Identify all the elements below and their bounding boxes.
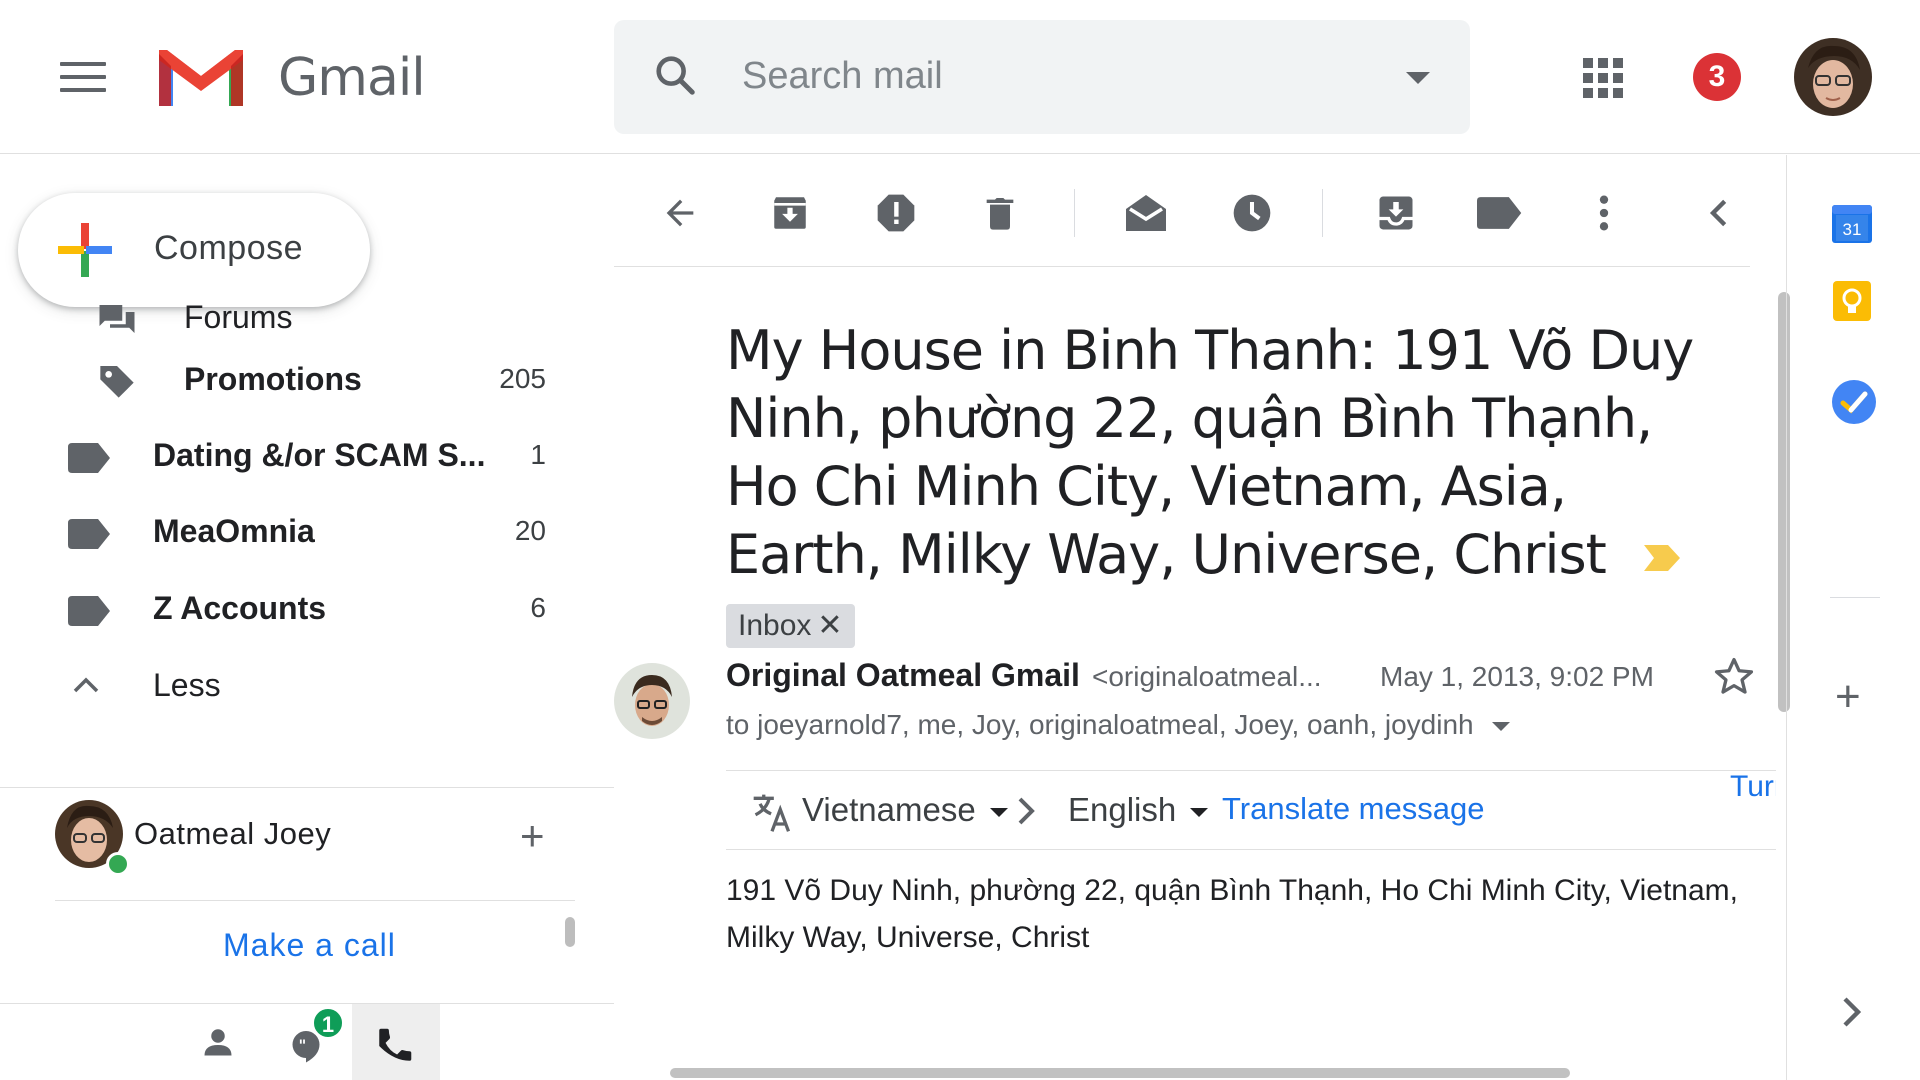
sidebar-item-label: Dating &/or SCAM S... [153, 437, 486, 473]
horizontal-scrollbar[interactable] [614, 1064, 1774, 1080]
label-chip-text: Inbox [738, 609, 812, 643]
remove-label-icon[interactable]: ✕ [817, 609, 842, 642]
online-status-dot [106, 852, 130, 876]
important-marker-icon[interactable] [1643, 545, 1680, 572]
archive-icon[interactable] [766, 189, 814, 237]
chat-unread-badge: 1 [312, 1007, 344, 1039]
more-vertical-icon[interactable] [1580, 189, 1628, 237]
source-language-select[interactable]: Vietnamese [802, 791, 1008, 829]
search-bar[interactable] [614, 20, 1470, 134]
account-avatar[interactable] [1794, 38, 1872, 116]
divider [1830, 597, 1880, 598]
target-language-select[interactable]: English [1068, 791, 1209, 829]
chevron-right-icon[interactable] [1841, 995, 1863, 1029]
sidebar-item-label: Z Accounts [153, 590, 327, 626]
email-body: 191 Võ Duy Ninh, phường 22, quận Bình Th… [726, 874, 1739, 954]
gmail-logo[interactable] [155, 46, 247, 110]
sidebar-item-promotions[interactable]: Promotions 205 [0, 345, 614, 417]
trash-icon[interactable] [976, 189, 1024, 237]
sidebar-item-label: MeaOmnia [153, 513, 315, 549]
recipients-text: to joeyarnold7, me, Joy, originaloatmeal… [726, 709, 1474, 740]
sidebar-item-less[interactable]: Less [0, 651, 614, 723]
hamburger-menu-icon[interactable] [60, 62, 106, 98]
left-sidebar: Compose Forums Promotions 205 Dating &/o… [0, 155, 614, 1080]
keep-icon[interactable] [1831, 279, 1873, 323]
dropdown-caret-icon [989, 807, 1008, 817]
sidebar-item-label: Less [153, 667, 221, 703]
sender-avatar[interactable] [614, 663, 690, 739]
chevron-up-icon [73, 677, 99, 693]
add-contact-icon[interactable]: + [520, 815, 545, 857]
forum-icon [99, 305, 135, 333]
report-spam-icon[interactable] [872, 189, 920, 237]
compose-button[interactable]: Compose [18, 193, 370, 307]
move-to-icon[interactable] [1372, 189, 1420, 237]
calendar-icon[interactable]: 31 [1831, 201, 1873, 245]
get-addons-icon[interactable]: + [1835, 675, 1861, 719]
hangouts-user[interactable]: Oatmeal Joey + [0, 800, 614, 890]
unread-count: 20 [514, 515, 546, 546]
tasks-icon[interactable] [1831, 379, 1877, 425]
side-panel: 31 + [1786, 155, 1920, 1080]
unread-count: 1 [530, 439, 546, 470]
label-icon [68, 596, 110, 626]
apps-grid-icon[interactable] [1583, 58, 1623, 98]
arrow-back-icon[interactable] [656, 189, 704, 237]
recipients-line: to joeyarnold7, me, Joy, originaloatmeal… [726, 709, 1510, 741]
mark-unread-icon[interactable] [1122, 189, 1170, 237]
turn-off-translation-link[interactable]: Turn off for: V [1730, 771, 1776, 804]
search-icon[interactable] [652, 52, 698, 98]
translate-message-link[interactable]: Translate message [1222, 791, 1484, 827]
sender-name[interactable]: Original Oatmeal Gmail [726, 657, 1080, 694]
source-language-label: Vietnamese [802, 791, 976, 828]
sidebar-item-label: Promotions [184, 361, 362, 397]
hangouts-bottom-bar: " 1 [0, 1003, 614, 1080]
dropdown-caret-icon [1190, 807, 1209, 817]
chevron-left-icon[interactable] [1694, 189, 1742, 237]
unread-count: 6 [530, 592, 546, 623]
search-input[interactable] [742, 50, 1382, 102]
notification-badge[interactable]: 3 [1693, 53, 1741, 101]
call-panel: Make a call [55, 900, 575, 1000]
search-options-caret-icon[interactable] [1406, 72, 1430, 84]
chevron-right-icon [1018, 797, 1035, 825]
email-view: My House in Binh Thanh: 191 Võ Duy Ninh,… [614, 155, 1790, 1080]
clock-icon[interactable] [1228, 189, 1276, 237]
sidebar-item-z-accounts[interactable]: Z Accounts 6 [0, 574, 614, 646]
call-panel-scrollbar[interactable] [563, 901, 577, 1001]
translate-icon [753, 794, 791, 832]
email-date: May 1, 2013, 9:02 PM [1380, 661, 1654, 692]
tag-icon [100, 366, 134, 398]
sidebar-item-dating-scam[interactable]: Dating &/or SCAM S... 1 [0, 421, 614, 493]
subject-text: My House in Binh Thanh: 191 Võ Duy Ninh,… [726, 319, 1694, 586]
person-icon[interactable] [200, 1024, 236, 1060]
star-icon[interactable] [1712, 655, 1756, 699]
target-language-label: English [1068, 791, 1177, 828]
hangouts-user-name: Oatmeal Joey [134, 816, 332, 851]
calendar-day: 31 [1843, 220, 1862, 239]
divider [0, 787, 614, 788]
unread-count: 205 [499, 363, 546, 394]
email-toolbar [614, 155, 1750, 267]
compose-label: Compose [154, 229, 304, 267]
make-call-link[interactable]: Make a call [223, 927, 396, 964]
label-icon [68, 443, 110, 473]
translate-bar: Vietnamese English Translate message Tur… [726, 770, 1776, 850]
top-header: Gmail 3 [0, 0, 1920, 154]
sidebar-item-meaomnia[interactable]: MeaOmnia 20 [0, 497, 614, 569]
compose-plus-icon [58, 223, 112, 277]
sidebar-item-label: Forums [184, 305, 293, 335]
show-details-caret-icon[interactable] [1491, 722, 1510, 732]
phone-icon [379, 1028, 412, 1061]
inbox-label-chip: Inbox ✕ [726, 604, 855, 649]
svg-text:": " [299, 1037, 307, 1055]
phone-tab[interactable] [352, 1004, 440, 1080]
app-title: Gmail [278, 48, 426, 108]
label-icon [68, 519, 110, 549]
sender-email: <originaloatmeal... [1092, 661, 1322, 692]
email-subject: My House in Binh Thanh: 191 Võ Duy Ninh,… [726, 317, 1736, 657]
label-icon[interactable] [1476, 189, 1524, 237]
